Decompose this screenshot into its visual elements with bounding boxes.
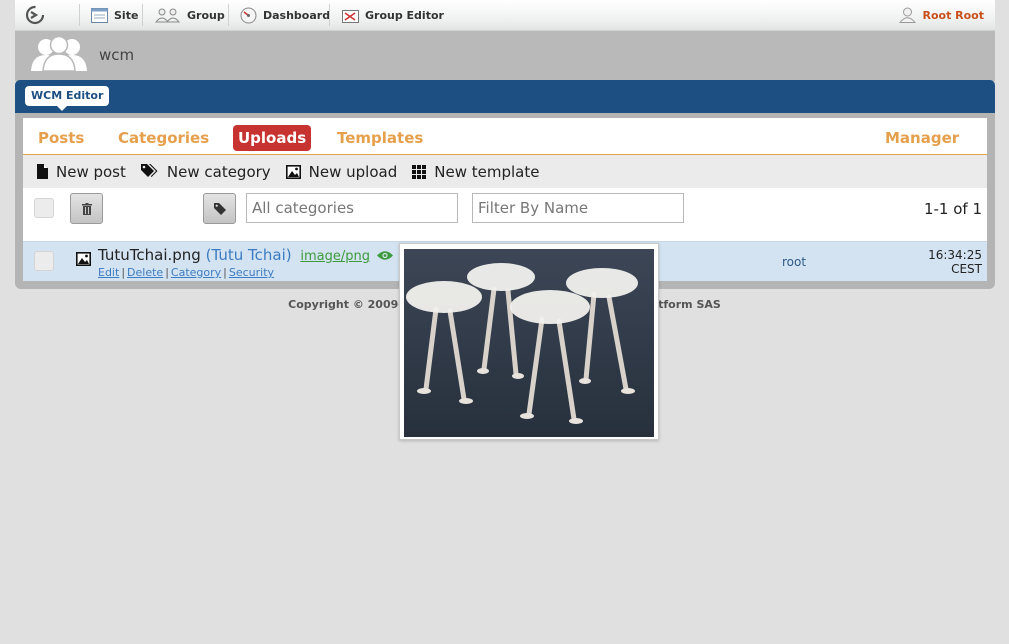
delete-link[interactable]: Delete bbox=[127, 266, 163, 279]
category-filter-input[interactable] bbox=[246, 193, 458, 223]
upload-title: TutuTchai.png (Tutu Tchai) image/png bbox=[98, 246, 393, 264]
copyright-end: tform SAS bbox=[658, 298, 721, 311]
toolbar-group-label: Group bbox=[187, 8, 225, 22]
toolbar-divider bbox=[329, 4, 330, 26]
toolbar-dashboard[interactable]: Dashboard bbox=[240, 0, 330, 30]
dashboard-icon bbox=[240, 7, 257, 23]
upload-timezone: CEST bbox=[951, 262, 982, 276]
upload-display-title: (Tutu Tchai) bbox=[205, 246, 292, 264]
site-icon bbox=[91, 7, 108, 23]
portlet-tab-wcm-editor[interactable]: WCM Editor bbox=[25, 86, 110, 111]
upload-time: 16:34:25 bbox=[928, 248, 982, 262]
top-toolbar: Site Group Dashboard Group Editor Root R… bbox=[15, 0, 995, 31]
logo-icon bbox=[25, 5, 45, 25]
file-icon bbox=[37, 164, 48, 179]
new-category-label: New category bbox=[166, 162, 271, 181]
new-category-button[interactable]: New category bbox=[140, 162, 271, 181]
name-filter-input[interactable] bbox=[472, 193, 684, 223]
tab-uploads[interactable]: Uploads bbox=[233, 125, 312, 151]
edit-link[interactable]: Edit bbox=[98, 266, 119, 279]
toolbar-site[interactable]: Site bbox=[91, 0, 138, 30]
preview-image bbox=[404, 249, 654, 437]
space-users-icon bbox=[31, 37, 87, 72]
upload-timestamp: 16:34:25 CEST bbox=[928, 248, 982, 276]
filter-row: 1-1 of 1 bbox=[23, 188, 987, 240]
eye-icon[interactable] bbox=[376, 250, 393, 261]
toolbar-group[interactable]: Group bbox=[155, 0, 225, 30]
toolbar-group-editor-label: Group Editor bbox=[365, 8, 444, 22]
tags-icon bbox=[140, 164, 158, 177]
new-post-label: New post bbox=[56, 162, 126, 181]
new-upload-button[interactable]: New upload bbox=[285, 162, 398, 181]
security-link[interactable]: Security bbox=[229, 266, 274, 279]
toolbar-dashboard-label: Dashboard bbox=[263, 8, 331, 22]
assign-category-button[interactable] bbox=[203, 193, 236, 224]
group-icon bbox=[155, 8, 181, 22]
upload-filename[interactable]: TutuTchai.png bbox=[98, 246, 201, 264]
new-upload-label: New upload bbox=[308, 162, 398, 181]
toolbar-divider bbox=[228, 4, 229, 26]
platform-logo[interactable] bbox=[25, 0, 51, 30]
space-header: wcm bbox=[15, 31, 995, 81]
toolbar-site-label: Site bbox=[114, 8, 139, 22]
new-template-button[interactable]: New template bbox=[412, 163, 539, 181]
tab-posts[interactable]: Posts bbox=[33, 125, 89, 151]
space-name[interactable]: wcm bbox=[99, 46, 134, 64]
tab-categories[interactable]: Categories bbox=[113, 125, 214, 151]
tab-manager[interactable]: Manager bbox=[880, 125, 964, 151]
grid-icon bbox=[412, 164, 427, 179]
action-bar: New post New category New upload New tem… bbox=[23, 155, 987, 188]
upload-author: root bbox=[782, 255, 807, 269]
row-actions: Edit | Delete | Category | Security bbox=[98, 266, 275, 279]
user-name: Root Root bbox=[922, 8, 984, 22]
tag-icon bbox=[213, 202, 226, 215]
upload-mime-link[interactable]: image/png bbox=[300, 249, 370, 264]
new-template-label: New template bbox=[434, 162, 540, 181]
picture-icon bbox=[285, 164, 301, 179]
group-editor-icon bbox=[342, 9, 359, 23]
trash-icon bbox=[81, 202, 92, 215]
delete-selected-button[interactable] bbox=[70, 193, 103, 224]
user-icon bbox=[899, 7, 917, 23]
new-post-button[interactable]: New post bbox=[37, 163, 126, 181]
user-menu[interactable]: Root Root bbox=[899, 0, 984, 30]
picture-icon bbox=[76, 252, 91, 266]
nav-tabs: Posts Categories Uploads Templates Manag… bbox=[23, 118, 987, 155]
pagination-count: 1-1 of 1 bbox=[923, 200, 982, 218]
category-link[interactable]: Category bbox=[171, 266, 221, 279]
row-checkbox[interactable] bbox=[34, 251, 54, 271]
toolbar-divider bbox=[142, 4, 143, 26]
toolbar-group-editor[interactable]: Group Editor bbox=[342, 0, 444, 30]
portlet-bar: WCM Editor bbox=[15, 80, 995, 113]
select-all-checkbox[interactable] bbox=[34, 198, 54, 218]
toolbar-divider bbox=[79, 4, 80, 26]
image-preview-popup bbox=[399, 243, 659, 440]
tab-templates[interactable]: Templates bbox=[332, 125, 428, 151]
